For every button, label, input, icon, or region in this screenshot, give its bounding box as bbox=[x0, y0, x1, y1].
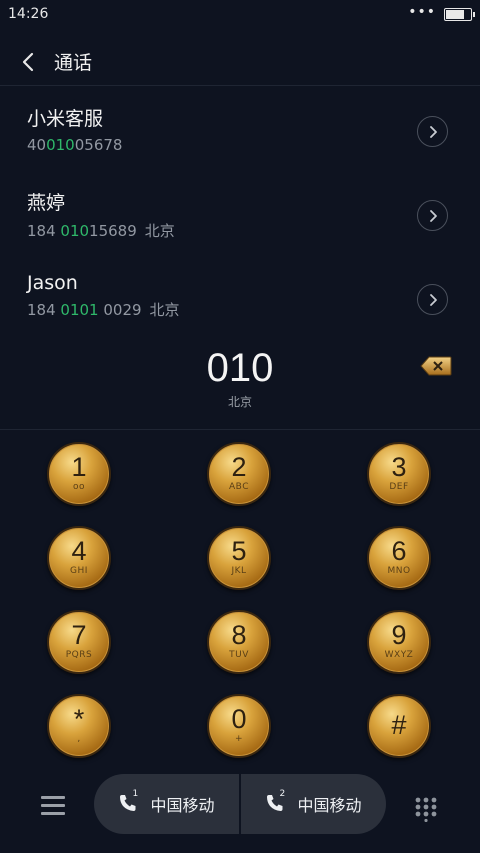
key-3[interactable]: 3 DEF bbox=[367, 442, 431, 506]
call-sim2-button[interactable]: 2 中国移动 bbox=[241, 774, 386, 834]
backspace-icon[interactable] bbox=[420, 356, 452, 376]
contact-row[interactable]: 小米客服 4001005678 bbox=[0, 88, 480, 172]
call-sim1-button[interactable]: 1 中国移动 bbox=[94, 774, 239, 834]
sim-call-buttons: 1 中国移动 2 中国移动 bbox=[94, 774, 386, 834]
key-0[interactable]: 0 + bbox=[207, 694, 271, 758]
status-time: 14:26 bbox=[8, 6, 49, 22]
key-2[interactable]: 2 ABC bbox=[207, 442, 271, 506]
keypad: 1 ᴏᴏ 2 ABC 3 DEF 4 GHI 5 JKL 6 MNO 7 PQRS 8 TUV… bbox=[0, 438, 480, 778]
contact-name: 燕婷 bbox=[27, 192, 66, 214]
dialed-number: 010 bbox=[206, 346, 274, 390]
more-dots-icon: ••• bbox=[408, 4, 436, 20]
key-hash[interactable]: # bbox=[367, 694, 431, 758]
sim-index: 1 bbox=[132, 789, 139, 799]
contact-detail-button[interactable] bbox=[417, 116, 448, 147]
key-4[interactable]: 4 GHI bbox=[47, 526, 111, 590]
contact-name: 小米客服 bbox=[27, 108, 104, 130]
sim-index: 2 bbox=[279, 789, 286, 799]
contact-number: 184 01015689 北京 bbox=[27, 222, 175, 240]
contact-row[interactable]: Jason 184 0101 0029 北京 bbox=[0, 256, 480, 340]
battery-icon bbox=[444, 7, 475, 21]
chevron-right-icon bbox=[429, 209, 437, 222]
dialed-location: 北京 bbox=[227, 395, 252, 409]
sim2-label: 中国移动 bbox=[297, 796, 362, 815]
key-1[interactable]: 1 ᴏᴏ bbox=[47, 442, 111, 506]
voicemail-icon: ᴏᴏ bbox=[72, 482, 85, 492]
contact-detail-button[interactable] bbox=[417, 200, 448, 231]
bottom-bar: 1 中国移动 2 中国移动 bbox=[0, 770, 480, 840]
contact-row[interactable]: 燕婷 184 01015689 北京 bbox=[0, 172, 480, 256]
key-5[interactable]: 5 JKL bbox=[207, 526, 271, 590]
dial-display: 010 北京 bbox=[0, 340, 480, 430]
contact-name: Jason bbox=[27, 272, 78, 294]
key-6[interactable]: 6 MNO bbox=[367, 526, 431, 590]
menu-icon[interactable] bbox=[41, 796, 65, 816]
key-8[interactable]: 8 TUV bbox=[207, 610, 271, 674]
contact-location: 北京 bbox=[149, 301, 180, 319]
phone-icon: 2 bbox=[265, 789, 287, 815]
chevron-right-icon bbox=[429, 125, 437, 138]
key-star[interactable]: *, bbox=[47, 694, 111, 758]
title-bar: 通话 bbox=[0, 38, 480, 86]
contact-number: 184 0101 0029 北京 bbox=[27, 301, 180, 319]
contact-number: 4001005678 bbox=[27, 136, 123, 154]
chevron-right-icon bbox=[429, 293, 437, 306]
dialpad-icon[interactable] bbox=[414, 796, 438, 822]
status-bar: 14:26 ••• bbox=[0, 0, 480, 28]
back-icon[interactable] bbox=[18, 51, 40, 73]
contact-detail-button[interactable] bbox=[417, 284, 448, 315]
key-7[interactable]: 7 PQRS bbox=[47, 610, 111, 674]
sim1-label: 中国移动 bbox=[150, 796, 215, 815]
contact-location: 北京 bbox=[144, 222, 175, 240]
page-title: 通话 bbox=[54, 52, 93, 74]
phone-icon: 1 bbox=[118, 789, 140, 815]
status-icons: ••• bbox=[408, 4, 475, 22]
key-9[interactable]: 9 WXYZ bbox=[367, 610, 431, 674]
